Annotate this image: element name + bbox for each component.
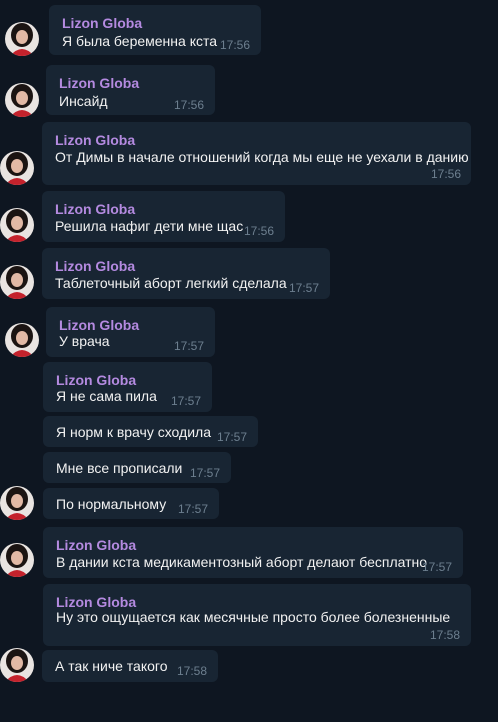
message-bubble[interactable]: Lizon Globa Ну это ощущается как месячны… [43,584,471,646]
message-bubble[interactable]: Мне все прописали 17:57 [43,452,231,483]
avatar[interactable] [5,22,39,56]
message-text: Инсайд [59,93,108,109]
sender-name: Lizon Globa [55,258,136,274]
message-text: У врача [59,333,110,349]
message-text: По нормальному [56,496,167,512]
message-time: 17:56 [243,224,274,238]
message-time: 17:57 [288,281,319,295]
message-time: 17:58 [429,628,460,642]
message-text: Ну это ощущается как месячные просто бол… [56,609,451,625]
message-time: 17:57 [216,430,247,444]
message-bubble[interactable]: Lizon Globa Инсайд 17:56 [46,65,215,115]
message-time: 17:56 [430,167,461,181]
avatar[interactable] [5,323,39,357]
sender-name: Lizon Globa [55,201,136,217]
message-text: В дании кста медикаментозный аборт делаю… [56,554,428,570]
message-time: 17:56 [219,38,250,52]
message-time: 17:56 [173,98,204,112]
message-text: Решила нафиг дети мне щас [55,218,244,234]
avatar[interactable] [0,151,34,185]
message-bubble[interactable]: Lizon Globa Таблеточный аборт легкий сде… [42,248,330,299]
message-bubble[interactable]: Lizon Globa От Димы в начале отношений к… [42,122,471,185]
sender-name: Lizon Globa [55,132,136,148]
message-time: 17:58 [176,664,207,678]
message-time: 17:57 [170,394,201,408]
avatar[interactable] [5,83,39,117]
sender-name: Lizon Globa [59,317,140,333]
message-bubble[interactable]: Lizon Globa Я была беременна кста 17:56 [49,5,261,55]
message-text: Мне все прописали [56,460,183,476]
message-text: Я не сама пила [56,388,157,404]
message-bubble[interactable]: Lizon Globa Я не сама пила 17:57 [43,362,212,412]
avatar[interactable] [0,648,34,682]
avatar[interactable] [0,486,34,520]
sender-name: Lizon Globa [59,75,140,91]
message-bubble[interactable]: Lizon Globa В дании кста медикаментозный… [43,527,463,578]
message-text: Я норм к врачу сходила [56,424,211,440]
message-text: От Димы в начале отношений когда мы еще … [55,149,469,165]
message-text: Я была беременна кста [62,33,218,49]
message-time: 17:57 [189,466,220,480]
message-text: Таблеточный аборт легкий сделала [55,275,287,291]
message-bubble[interactable]: Lizon Globa У врача 17:57 [46,307,215,357]
message-bubble[interactable]: А так ниче такого 17:58 [42,650,218,682]
avatar[interactable] [0,208,34,242]
message-bubble[interactable]: Lizon Globa Решила нафиг дети мне щас 17… [42,191,285,242]
message-text: А так ниче такого [55,658,168,674]
avatar[interactable] [0,265,34,299]
chat-message-list[interactable]: Lizon Globa Я была беременна кста 17:56 … [0,0,498,722]
message-time: 17:57 [421,560,452,574]
sender-name: Lizon Globa [56,537,137,553]
sender-name: Lizon Globa [62,15,143,31]
message-bubble[interactable]: Я норм к врачу сходила 17:57 [43,416,258,447]
sender-name: Lizon Globa [56,372,137,388]
message-time: 17:57 [177,502,208,516]
message-bubble[interactable]: По нормальному 17:57 [43,488,219,519]
message-time: 17:57 [173,339,204,353]
avatar[interactable] [0,543,34,577]
